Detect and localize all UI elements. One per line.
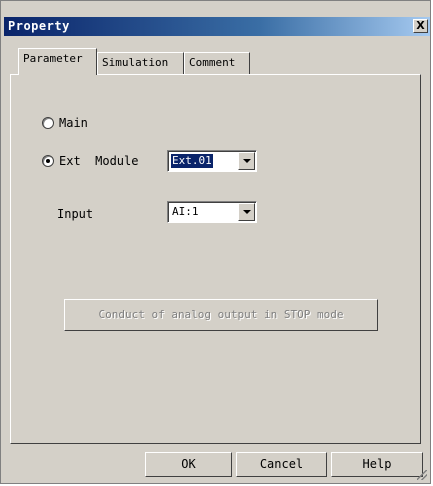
- input-label: Input: [57, 207, 94, 221]
- close-button[interactable]: X: [413, 19, 428, 33]
- tab-comment-label: Comment: [189, 56, 236, 69]
- conduct-analog-output-label: Conduct of analog output in STOP mode: [98, 308, 344, 321]
- ext-module-radio[interactable]: [42, 155, 54, 167]
- main-option[interactable]: Main: [42, 115, 88, 131]
- main-radio[interactable]: [42, 117, 54, 129]
- property-dialog: Property X Parameter Simulation Comment …: [0, 0, 431, 484]
- input-select-value: AI:1: [172, 205, 199, 218]
- module-select[interactable]: Ext.01: [167, 150, 257, 172]
- tab-parameter[interactable]: Parameter: [18, 48, 97, 75]
- cancel-label: Cancel: [259, 457, 304, 471]
- ok-label: OK: [181, 457, 196, 471]
- conduct-analog-output-button[interactable]: Conduct of analog output in STOP mode: [64, 299, 378, 331]
- tab-parameter-label: Parameter: [23, 52, 83, 65]
- main-label: Main: [59, 116, 88, 130]
- module-select-value: Ext.01: [171, 154, 213, 168]
- tab-comment[interactable]: Comment: [184, 52, 250, 74]
- parameter-panel: Main Ext Module Ext.01 Input AI:1 Conduc…: [10, 74, 421, 444]
- title-bar[interactable]: Property X: [4, 17, 430, 36]
- cancel-button[interactable]: Cancel: [236, 452, 327, 477]
- chevron-down-icon[interactable]: [238, 152, 255, 170]
- close-icon: X: [416, 19, 425, 32]
- tab-simulation-label: Simulation: [102, 56, 169, 69]
- chevron-down-icon[interactable]: [238, 203, 255, 221]
- input-select[interactable]: AI:1: [167, 201, 257, 223]
- help-button[interactable]: Help: [331, 452, 423, 477]
- ok-button[interactable]: OK: [145, 452, 232, 477]
- tab-simulation[interactable]: Simulation: [97, 52, 184, 74]
- ext-module-label: Ext Module: [59, 154, 139, 168]
- help-label: Help: [362, 457, 392, 471]
- ext-module-option[interactable]: Ext Module: [42, 153, 138, 169]
- resize-grip[interactable]: [417, 470, 427, 480]
- dialog-title: Property: [8, 19, 70, 33]
